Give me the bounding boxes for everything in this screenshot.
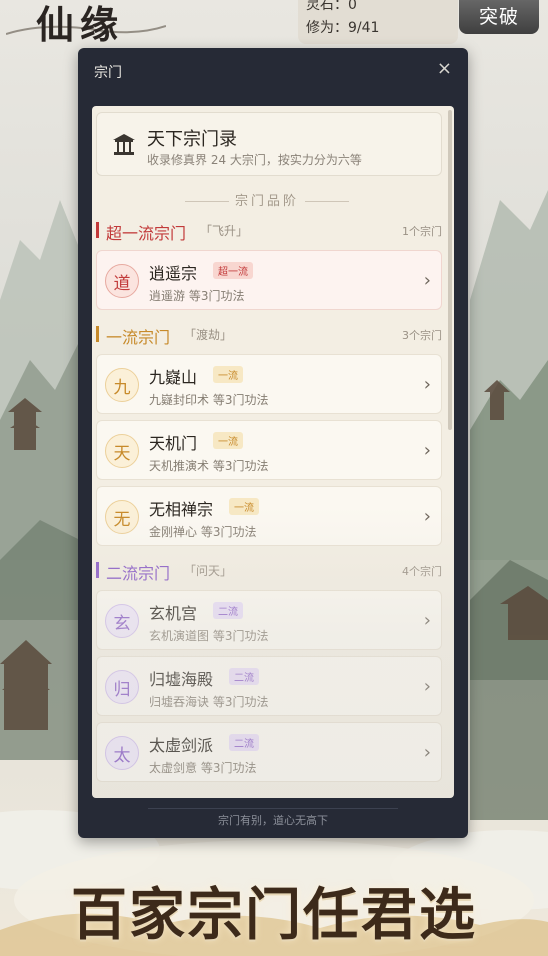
rank-badge: 二流 [229, 668, 259, 685]
rank-badge: 一流 [229, 498, 259, 515]
cultivation-label: 修为：9/41 [306, 20, 380, 36]
chevron-right-icon: › [423, 440, 431, 461]
chevron-right-icon: › [423, 270, 431, 291]
sect-seal: 玄 [105, 604, 139, 638]
sect-name: 归墟海殿 [149, 670, 214, 689]
sect-card-xuanji[interactable]: 玄 玄机宫 二流 玄机演道图 等3门功法 › [96, 590, 442, 650]
sect-desc: 九嶷封印术 等3门功法 [149, 393, 269, 407]
sect-seal: 道 [105, 264, 139, 298]
sect-seal: 九 [105, 368, 139, 402]
stats-panel: 灵石：0 修为：9/41 [298, 0, 458, 44]
sect-list-panel[interactable]: 天下宗门录 收录修真界 24 大宗门，按实力分为六等 宗门品阶 超一流宗门 「飞… [92, 106, 454, 798]
sect-desc: 太虚剑意 等3门功法 [149, 761, 257, 775]
sect-card-taixu[interactable]: 太 太虚剑派 二流 太虚剑意 等3门功法 › [96, 722, 442, 782]
sect-desc: 逍遥游 等3门功法 [149, 289, 245, 303]
modal-footer: 宗门有别，道心无高下 [78, 804, 468, 838]
rank-badge: 一流 [213, 432, 243, 449]
sect-desc: 玄机演道图 等3门功法 [149, 629, 269, 643]
registry-title: 天下宗门录 [147, 129, 237, 150]
sect-name: 九嶷山 [149, 368, 198, 387]
app-logo: 仙缘 [36, 2, 125, 47]
sect-seal: 天 [105, 434, 139, 468]
promo-banner: 百家宗门任君选 [71, 882, 477, 948]
registry-subtitle: 收录修真界 24 大宗门，按实力分为六等 [147, 153, 362, 167]
chevron-right-icon: › [423, 676, 431, 697]
breakthrough-button[interactable]: 突破 [459, 0, 539, 34]
rank-divider-label: 宗门品阶 [234, 194, 299, 209]
section-tag: 「飞升」 [200, 224, 249, 238]
section-header-super: 超一流宗门 「飞升」 1个宗门 [96, 220, 442, 243]
sect-name: 天机门 [149, 434, 198, 453]
sect-card-xiaoyao[interactable]: 道 逍遥宗 超一流 逍遥游 等3门功法 › [96, 250, 442, 310]
rank-badge: 二流 [213, 602, 243, 619]
chevron-right-icon: › [423, 374, 431, 395]
section-name: 超一流宗门 [106, 224, 187, 243]
sect-seal: 太 [105, 736, 139, 770]
section-name: 二流宗门 [106, 564, 171, 583]
chevron-right-icon: › [423, 610, 431, 631]
sect-seal: 无 [105, 500, 139, 534]
sect-modal: 宗门 × 天下宗门录 收录修真界 24 大宗门，按实力分为六等 宗门品阶 超一流… [78, 48, 468, 838]
sect-desc: 金刚禅心 等3门功法 [149, 525, 257, 539]
section-header-first: 一流宗门 「渡劫」 3个宗门 [96, 324, 442, 347]
sect-card-jiuyi[interactable]: 九 九嶷山 一流 九嶷封印术 等3门功法 › [96, 354, 442, 414]
rank-badge: 超一流 [213, 262, 253, 279]
section-tag: 「问天」 [184, 564, 233, 578]
sect-card-guixu[interactable]: 归 归墟海殿 二流 归墟吞海诀 等3门功法 › [96, 656, 442, 716]
rank-divider: 宗门品阶 [92, 190, 442, 209]
sect-desc: 天机推演术 等3门功法 [149, 459, 269, 473]
section-count: 3个宗门 [402, 329, 442, 342]
section-header-second: 二流宗门 「问天」 4个宗门 [96, 560, 442, 583]
section-count: 4个宗门 [402, 565, 442, 578]
sect-registry-header: 天下宗门录 收录修真界 24 大宗门，按实力分为六等 [96, 112, 442, 176]
rank-badge: 二流 [229, 734, 259, 751]
spirit-stone-label: 灵石：0 [306, 0, 357, 13]
modal-title: 宗门 [94, 65, 122, 81]
sect-desc: 归墟吞海诀 等3门功法 [149, 695, 269, 709]
sect-seal: 归 [105, 670, 139, 704]
temple-icon [113, 134, 135, 155]
chevron-right-icon: › [423, 742, 431, 763]
sect-card-tianji[interactable]: 天 天机门 一流 天机推演术 等3门功法 › [96, 420, 442, 480]
section-count: 1个宗门 [402, 225, 442, 238]
section-tag: 「渡劫」 [184, 328, 233, 342]
sect-card-wuxiang[interactable]: 无 无相禅宗 一流 金刚禅心 等3门功法 › [96, 486, 442, 546]
rank-badge: 一流 [213, 366, 243, 383]
sect-name: 玄机宫 [149, 604, 198, 623]
sect-name: 逍遥宗 [149, 264, 198, 283]
sect-name: 无相禅宗 [149, 500, 214, 519]
close-icon[interactable]: × [437, 58, 452, 79]
section-name: 一流宗门 [106, 328, 171, 347]
chevron-right-icon: › [423, 506, 431, 527]
scrollbar[interactable] [448, 110, 452, 430]
top-bar: 仙缘 灵石：0 修为：9/41 突破 [0, 0, 548, 47]
sect-name: 太虚剑派 [149, 736, 214, 755]
